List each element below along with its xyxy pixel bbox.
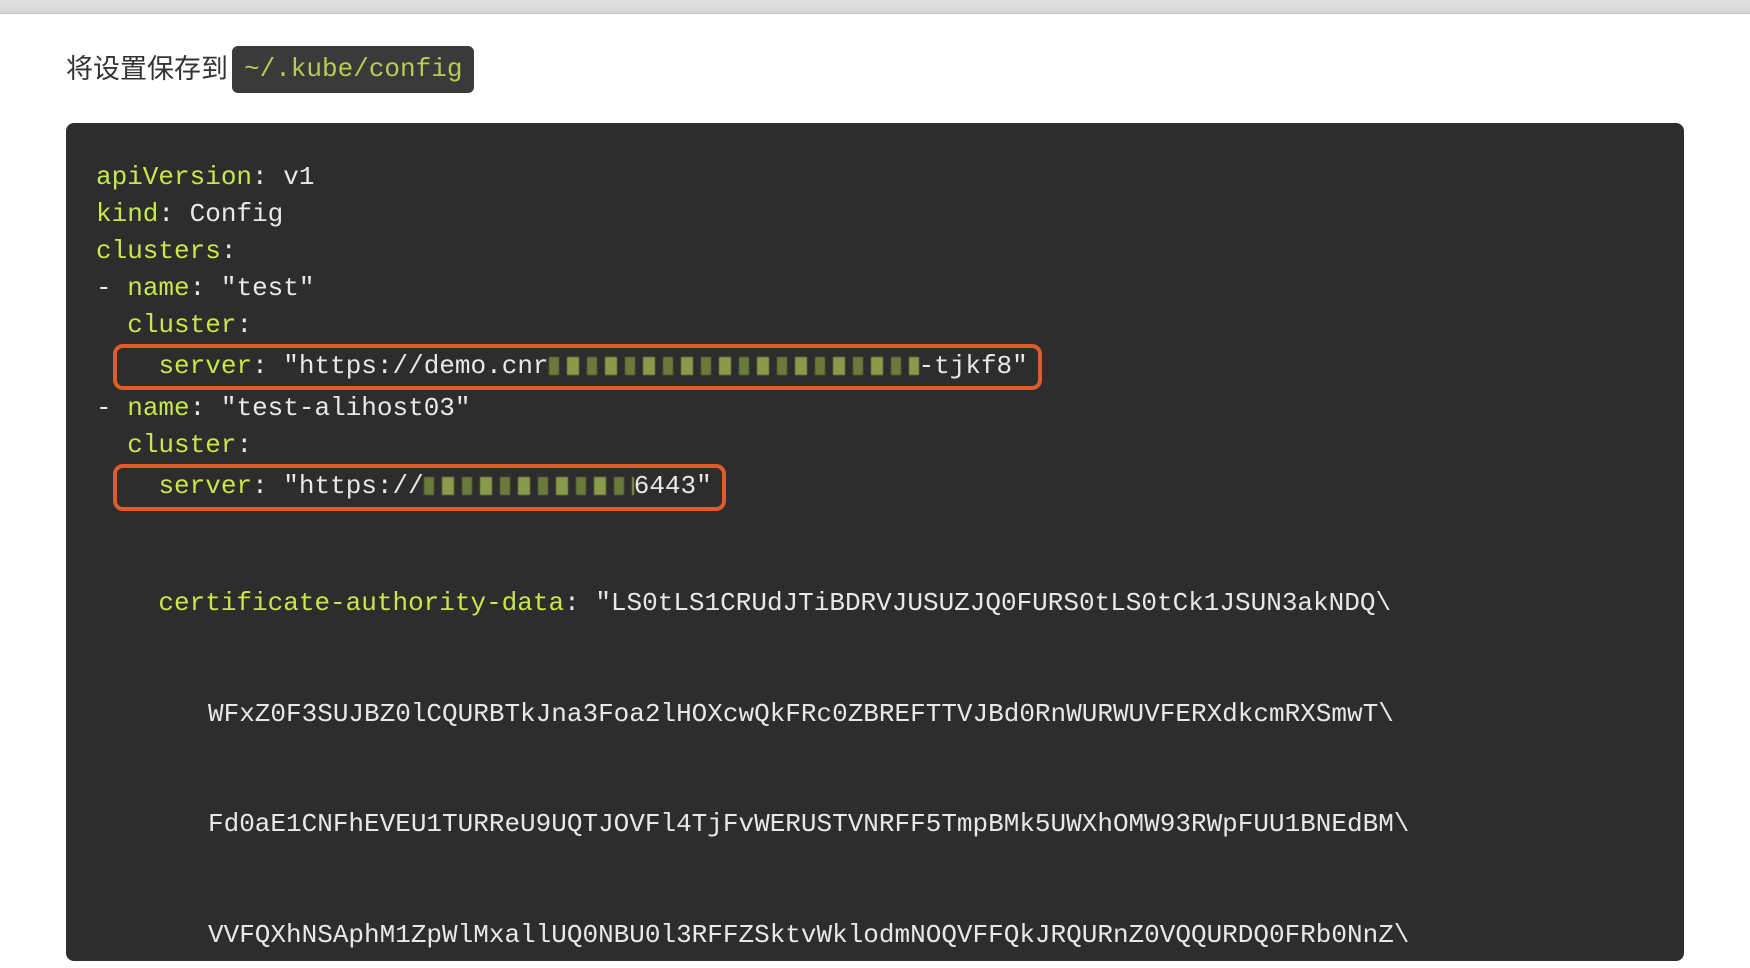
server-highlight-1: server: "https://demo.cnr-tjkf8" <box>113 344 1042 391</box>
intro-text: 将设置保存到 ~/.kube/config <box>66 46 1684 93</box>
yaml-key-name: name <box>127 393 189 423</box>
cert-line-1: WFxZ0F3SUJBZ0lCQURBTkJna3Foa2lHOXcwQkFRc… <box>208 699 1394 729</box>
cert-line-3: VVFQXhNSAphM1ZpWlMxallUQ0NBU0l3RFFZSktvW… <box>208 920 1409 950</box>
cert-block: certificate-authority-data: "LS0tLS1CRUd… <box>96 511 1654 961</box>
yaml-code-block: apiVersion: v1 kind: Config clusters: - … <box>66 123 1684 961</box>
yaml-key-cert: certificate-authority-data <box>158 588 564 618</box>
cert-line-0: "LS0tLS1CRUdJTiBDRVJUSUZJQ0FURS0tLS0tCk1… <box>595 588 1391 618</box>
server-highlight-2: server: "https://6443" <box>113 464 726 511</box>
yaml-key-clusters: clusters <box>96 236 221 266</box>
yaml-key-server: server <box>158 351 252 381</box>
yaml-key-kind: kind <box>96 199 158 229</box>
yaml-key-name: name <box>127 273 189 303</box>
config-path-code: ~/.kube/config <box>232 46 474 93</box>
server2-suffix: 6443" <box>634 471 712 501</box>
cluster1-name: "test" <box>221 273 315 303</box>
cert-line-2: Fd0aE1CNFhEVEU1TURReU9UQTJOVFl4TjFvWERUS… <box>208 809 1409 839</box>
intro-prefix: 将设置保存到 <box>66 49 228 90</box>
yaml-key-cluster: cluster <box>127 310 236 340</box>
window-top-bar <box>0 0 1750 14</box>
cluster2-name: "test-alihost03" <box>221 393 471 423</box>
yaml-key-server: server <box>158 471 252 501</box>
redacted-server2 <box>424 477 634 495</box>
redacted-server1 <box>549 357 919 375</box>
yaml-val-kind: Config <box>190 199 284 229</box>
server1-suffix: -tjkf8" <box>919 351 1028 381</box>
yaml-key-apiversion: apiVersion <box>96 162 252 192</box>
server2-prefix: "https:// <box>283 471 423 501</box>
yaml-val-apiversion: v1 <box>283 162 314 192</box>
server1-prefix: "https://demo.cnr <box>283 351 548 381</box>
yaml-key-cluster: cluster <box>127 430 236 460</box>
content: 将设置保存到 ~/.kube/config apiVersion: v1 kin… <box>0 14 1750 961</box>
